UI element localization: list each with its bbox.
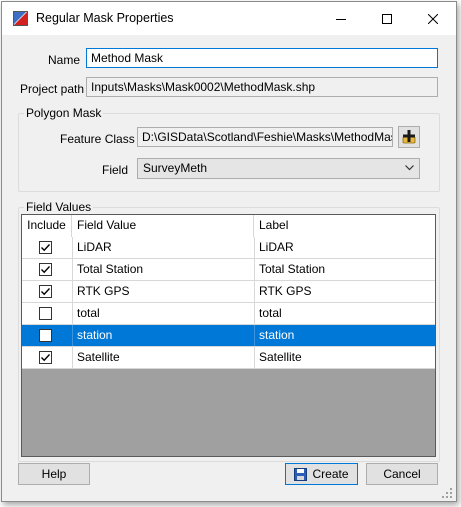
close-icon [428,13,438,24]
name-input[interactable]: Method Mask [86,48,438,68]
checkmark-icon [41,244,51,252]
label-cell[interactable]: RTK GPS [255,281,435,302]
grid-header: Include Field Value Label [22,215,435,238]
polygon-mask-title: Polygon Mask [24,106,104,120]
table-row[interactable]: Satellite Satellite [22,347,435,369]
field-value-cell[interactable]: total [73,303,254,324]
help-button-label: Help [41,467,67,481]
dialog-window: Regular Mask Properties Name Method Mask… [1,1,457,502]
field-select[interactable]: SurveyMeth [137,158,420,179]
include-cell[interactable] [22,237,72,258]
maximize-button[interactable] [364,2,410,35]
include-checkbox[interactable] [39,307,52,320]
table-row[interactable]: Total Station Total Station [22,259,435,281]
save-icon [294,467,308,481]
label-cell[interactable]: LiDAR [255,237,435,258]
field-label: Field [102,163,129,177]
project-path-field[interactable]: Inputs\Masks\Mask0002\MethodMask.shp [86,77,438,97]
field-values-grid[interactable]: Include Field Value Label LiDAR LiDAR Tota… [21,214,436,457]
label-cell[interactable]: Total Station [255,259,435,280]
browse-feature-class-button[interactable] [398,126,420,148]
app-icon [13,11,28,26]
field-value-cell[interactable]: LiDAR [73,237,254,258]
column-header-label[interactable]: Label [254,215,435,237]
include-checkbox[interactable] [39,263,52,276]
name-label: Name [48,53,81,67]
create-button[interactable]: Create [285,463,358,485]
minimize-icon [336,18,346,20]
table-row[interactable]: RTK GPS RTK GPS [22,281,435,303]
column-header-field-value[interactable]: Field Value [72,215,254,237]
title-bar[interactable]: Regular Mask Properties [2,2,456,35]
include-checkbox[interactable] [39,285,52,298]
window-title: Regular Mask Properties [36,11,174,25]
label-cell[interactable]: total [255,303,435,324]
close-button[interactable] [410,2,456,35]
chevron-down-icon [405,165,414,171]
include-checkbox[interactable] [39,329,52,342]
create-button-label: Create [312,467,349,481]
field-value-cell[interactable]: station [73,325,254,346]
field-values-title: Field Values [24,200,94,214]
label-cell[interactable]: station [255,325,435,346]
checkmark-icon [41,288,51,296]
include-checkbox[interactable] [39,351,52,364]
label-cell[interactable]: Satellite [255,347,435,368]
table-row[interactable]: LiDAR LiDAR [22,237,435,259]
include-cell[interactable] [22,259,72,280]
include-checkbox[interactable] [39,241,52,254]
table-row[interactable]: station station [22,325,435,347]
field-value-cell[interactable]: RTK GPS [73,281,254,302]
cancel-button[interactable]: Cancel [366,463,438,485]
checkmark-icon [41,354,51,362]
resize-grip-icon[interactable] [442,488,453,499]
field-value-cell[interactable]: Satellite [73,347,254,368]
include-cell[interactable] [22,325,72,346]
maximize-icon [382,13,392,24]
polygon-mask-group [18,113,440,192]
project-path-label: Project path [20,82,85,96]
table-row[interactable]: total total [22,303,435,325]
field-value-cell[interactable]: Total Station [73,259,254,280]
include-cell[interactable] [22,303,72,324]
minimize-button[interactable] [318,2,364,35]
include-cell[interactable] [22,281,72,302]
checkmark-icon [41,266,51,274]
cancel-button-label: Cancel [383,467,421,481]
help-button[interactable]: Help [18,463,90,485]
feature-class-label: Feature Class [60,132,135,146]
column-header-include[interactable]: Include [22,215,72,237]
field-select-value: SurveyMeth [143,161,208,175]
feature-class-field[interactable]: D:\GISData\Scotland\Feshie\Masks\MethodM… [137,127,393,147]
add-icon [402,130,416,144]
include-cell[interactable] [22,347,72,368]
